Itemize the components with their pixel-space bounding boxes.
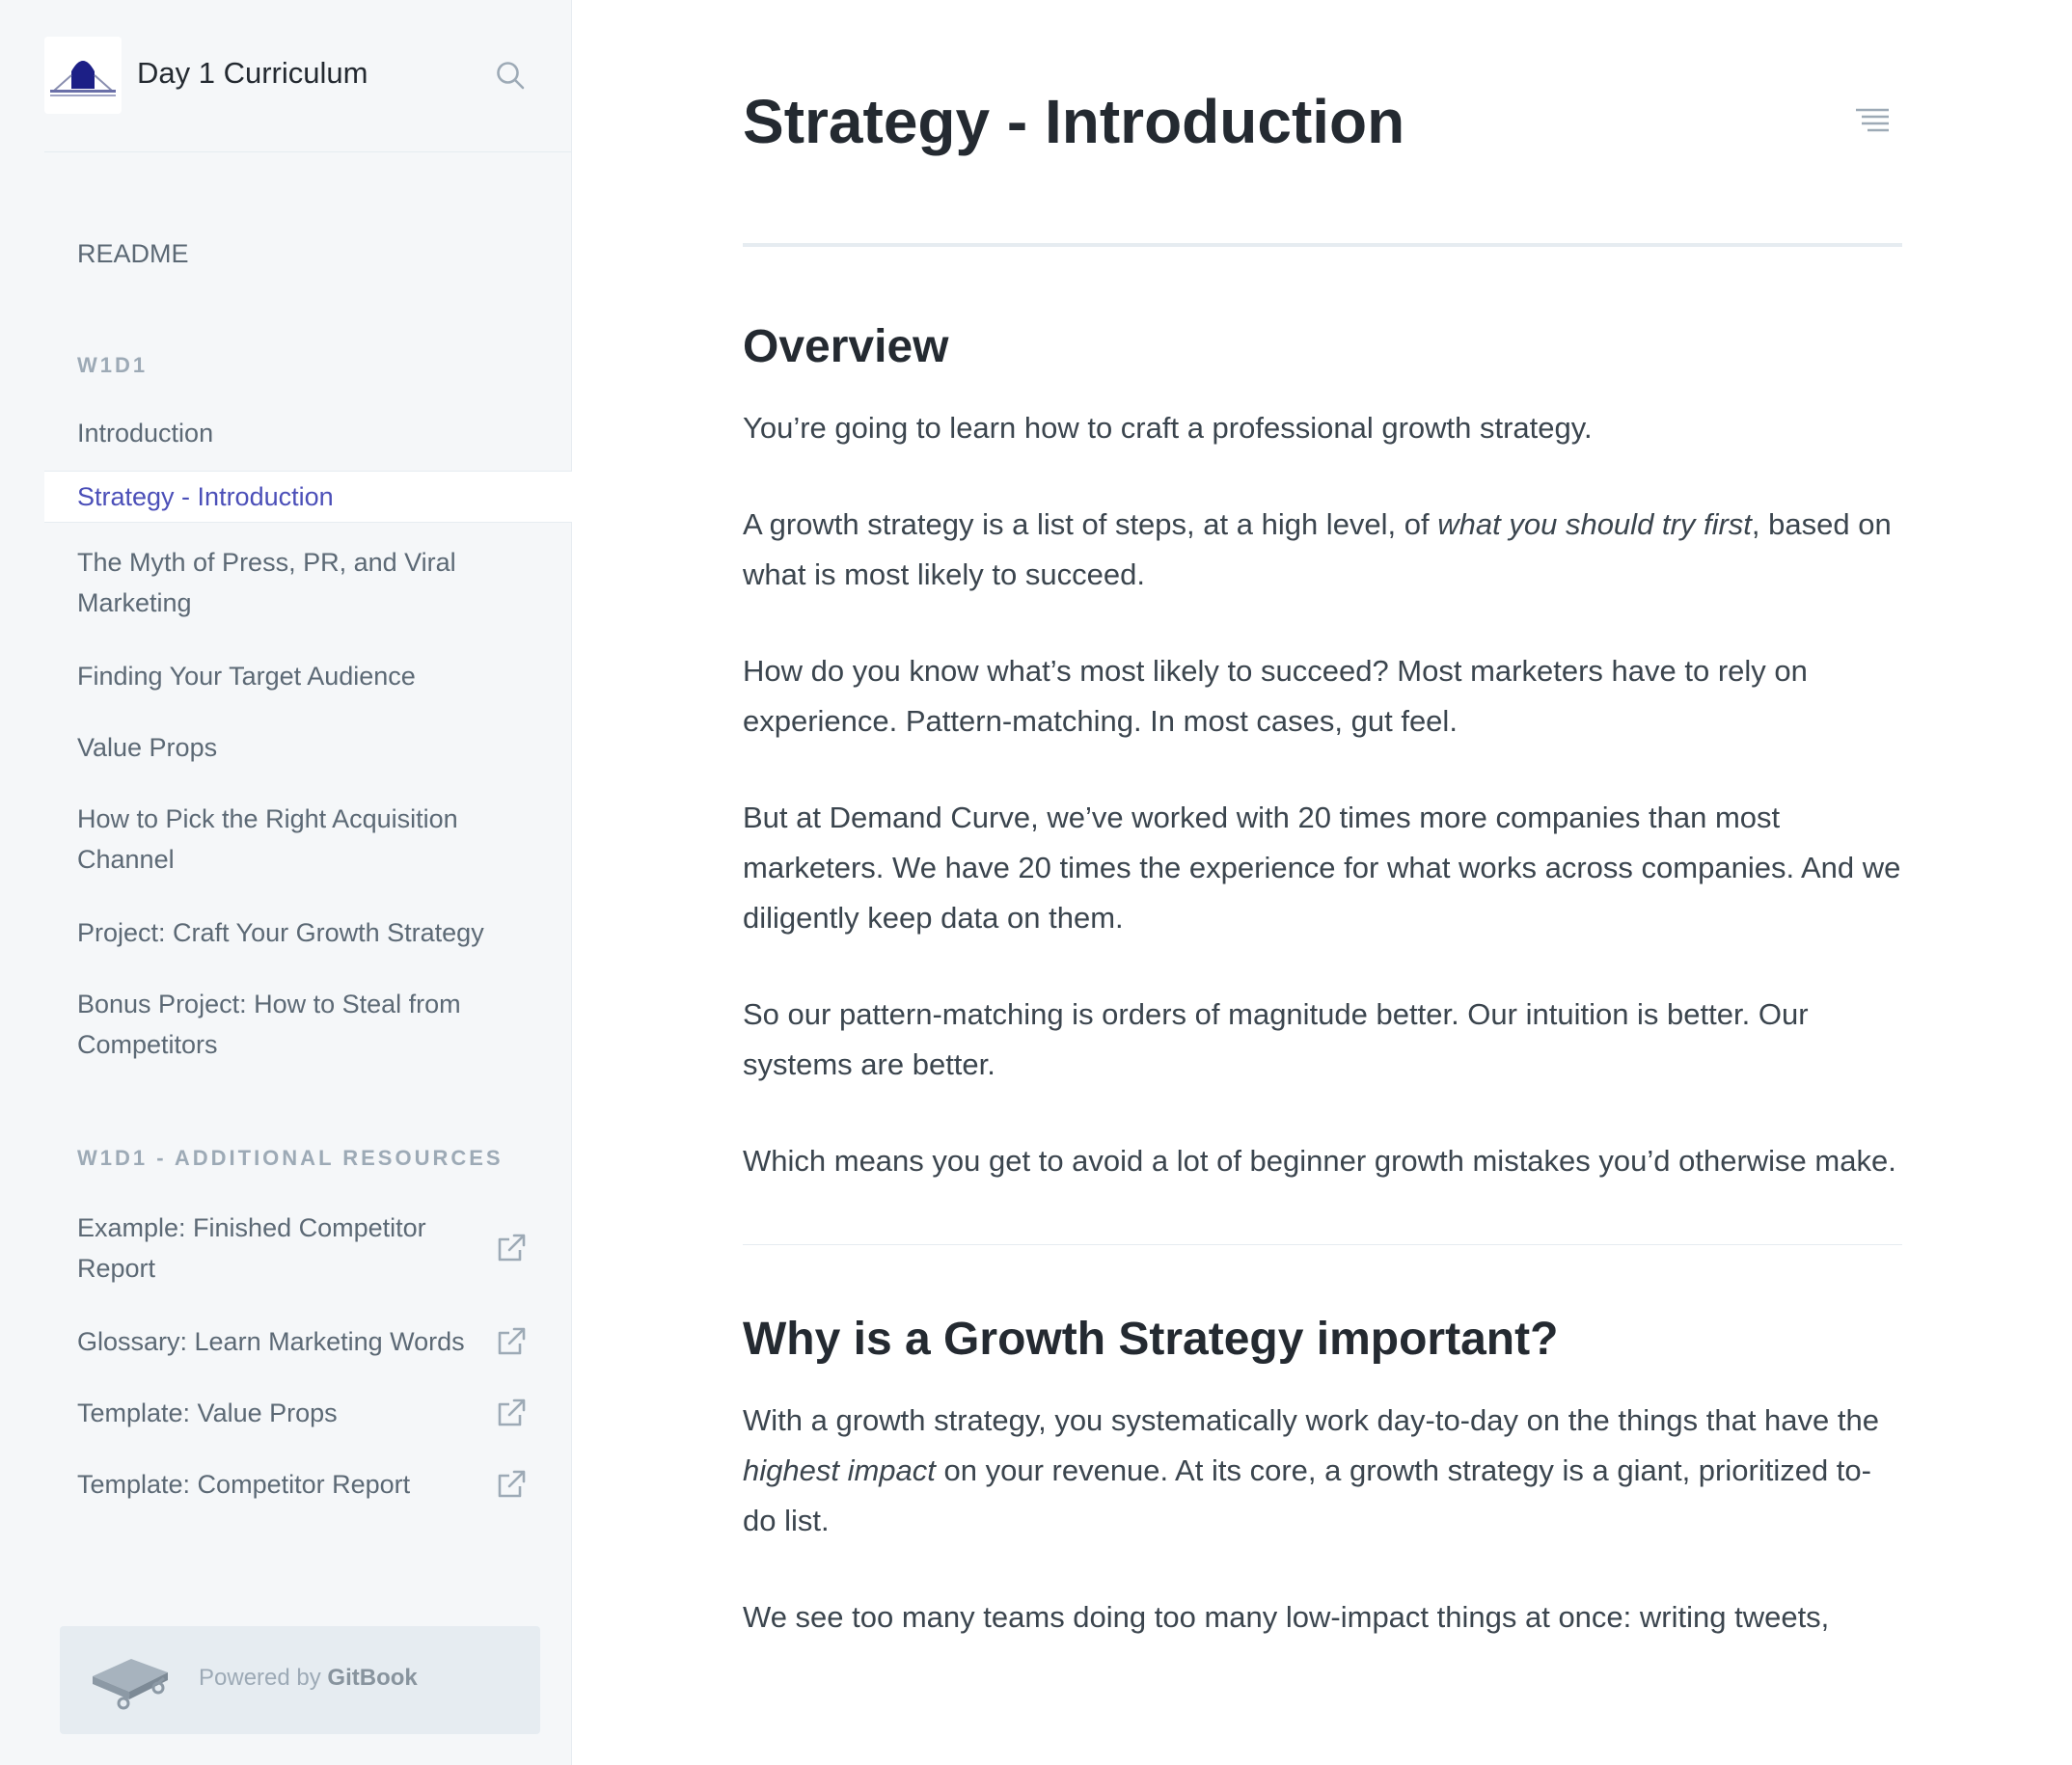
sidebar-item-label: How to Pick the Right Acquisition Channe… — [77, 804, 458, 874]
sidebar-item-introduction[interactable]: Introduction — [44, 407, 572, 459]
paragraph: You’re going to learn how to craft a pro… — [743, 411, 1593, 445]
text-run: With a growth strategy, you systematical… — [743, 1403, 1879, 1437]
space-logo[interactable] — [44, 37, 122, 114]
article-body: Overview You’re going to learn how to cr… — [743, 309, 1902, 1689]
search-button[interactable] — [490, 55, 531, 95]
space-title[interactable]: Day 1 Curriculum — [137, 54, 368, 93]
sidebar-section-additional-resources: W1D1 - ADDITIONAL RESOURCES — [77, 1146, 504, 1170]
powered-by-text: Powered by GitBook — [199, 1665, 418, 1692]
sidebar-item-value-props[interactable]: Value Props — [44, 721, 572, 774]
powered-brand: GitBook — [327, 1665, 418, 1691]
page-title: Strategy - Introduction — [743, 87, 1405, 156]
powered-prefix: Powered by — [199, 1665, 321, 1691]
emphasis: what you should try first — [1437, 507, 1752, 541]
sidebar-item-label: Bonus Project: How to Steal from Competi… — [77, 990, 461, 1059]
external-link-icon — [498, 1327, 526, 1355]
sidebar-item-craft-growth-strategy[interactable]: Project: Craft Your Growth Strategy — [44, 907, 572, 959]
sidebar: Day 1 Curriculum README W1D1 Introductio… — [0, 0, 572, 1765]
sidebar-item-myth-of-press[interactable]: The Myth of Press, PR, and Viral Marketi… — [44, 536, 572, 629]
external-link-icon — [498, 1470, 526, 1498]
paragraph: How do you know what’s most likely to su… — [743, 654, 1808, 738]
sidebar-link-template-competitor-report[interactable]: Template: Competitor Report — [44, 1458, 572, 1510]
sidebar-item-acquisition-channel[interactable]: How to Pick the Right Acquisition Channe… — [44, 793, 572, 885]
paragraph: With a growth strategy, you systematical… — [743, 1396, 1902, 1546]
sidebar-item-readme[interactable]: README — [44, 233, 572, 274]
sidebar-item-label: Introduction — [77, 419, 214, 448]
sidebar-nav: README W1D1 Introduction Strategy - Intr… — [44, 152, 572, 1510]
table-of-contents-icon — [1856, 108, 1889, 132]
sidebar-item-label: Strategy - Introduction — [77, 482, 334, 511]
section-divider — [743, 1244, 1902, 1245]
sidebar-item-label: Project: Craft Your Growth Strategy — [77, 918, 484, 947]
sidebar-link-glossary[interactable]: Glossary: Learn Marketing Words — [44, 1316, 572, 1368]
sidebar-item-label: Example: Finished Competitor Report — [77, 1213, 426, 1283]
sidebar-section-w1d1: W1D1 — [77, 353, 149, 377]
external-link-icon — [498, 1398, 526, 1426]
gitbook-logo — [93, 1659, 168, 1710]
powered-by-gitbook[interactable]: Powered by GitBook — [60, 1626, 540, 1734]
search-icon — [497, 62, 525, 90]
heading-overview: Overview — [743, 321, 949, 372]
sidebar-item-steal-from-competitors[interactable]: Bonus Project: How to Steal from Competi… — [44, 978, 572, 1071]
emphasis: highest impact — [743, 1453, 936, 1487]
sidebar-item-label: Template: Competitor Report — [77, 1470, 411, 1499]
sidebar-item-target-audience[interactable]: Finding Your Target Audience — [44, 650, 572, 702]
sidebar-item-label: Finding Your Target Audience — [77, 662, 416, 691]
external-link-icon — [498, 1234, 526, 1262]
sidebar-item-strategy-introduction[interactable]: Strategy - Introduction — [44, 471, 572, 523]
text-run: A growth strategy is a list of steps, at… — [743, 507, 1438, 541]
sidebar-link-template-value-props[interactable]: Template: Value Props — [44, 1387, 572, 1439]
sidebar-item-label: Glossary: Learn Marketing Words — [77, 1327, 465, 1356]
heading-why-growth-strategy: Why is a Growth Strategy important? — [743, 1314, 1559, 1365]
paragraph: We see too many teams doing too many low… — [743, 1600, 1830, 1634]
sidebar-item-label: README — [77, 239, 189, 268]
space-header: Day 1 Curriculum — [44, 37, 572, 152]
sidebar-link-competitor-report-example[interactable]: Example: Finished Competitor Report — [44, 1202, 572, 1294]
sidebar-item-label: Template: Value Props — [77, 1398, 338, 1427]
title-divider — [743, 243, 1902, 247]
paragraph: So our pattern-matching is orders of mag… — [743, 997, 1809, 1081]
sidebar-item-label: Value Props — [77, 733, 218, 762]
paragraph: But at Demand Curve, we’ve worked with 2… — [743, 801, 1901, 935]
sidebar-item-label: The Myth of Press, PR, and Viral Marketi… — [77, 548, 456, 617]
paragraph: Which means you get to avoid a lot of be… — [743, 1144, 1896, 1178]
paragraph: A growth strategy is a list of steps, at… — [743, 500, 1902, 600]
table-of-contents-button[interactable] — [1852, 104, 1893, 139]
